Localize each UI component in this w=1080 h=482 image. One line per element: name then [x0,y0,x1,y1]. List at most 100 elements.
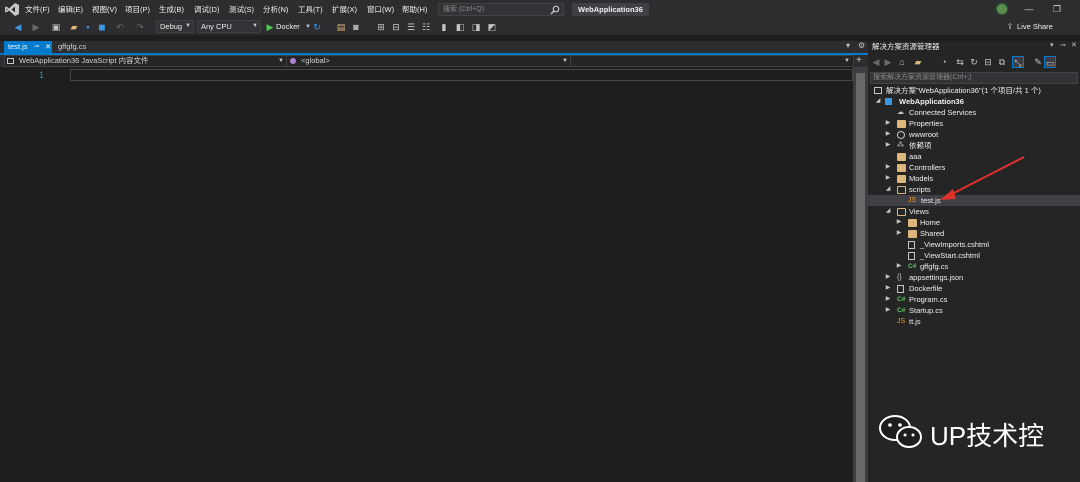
collapsed-arrow-icon[interactable]: ▶ [884,129,892,140]
tree-gffgfg-cs[interactable]: ▶ C# gffgfg.cs [868,261,1080,272]
clear-bookmarks-icon[interactable]: ◩ [486,21,498,33]
settings-icon[interactable]: ▭ [1044,56,1056,68]
collapsed-arrow-icon[interactable]: ▶ [895,261,903,272]
show-all-files-icon[interactable]: ⧉ [996,56,1008,68]
layout-icon[interactable]: ⊟ [390,21,402,33]
refresh-icon[interactable]: ↻ [968,56,980,68]
pin-icon[interactable]: ⊸ [34,41,39,53]
tree-startup-cs[interactable]: ▶ C# Startup.cs [868,305,1080,316]
tree-connected-services[interactable]: ☁ Connected Services [868,107,1080,118]
collapsed-arrow-icon[interactable]: ▶ [895,228,903,239]
collapsed-arrow-icon[interactable]: ▶ [884,294,892,305]
collapsed-arrow-icon[interactable]: ▶ [884,162,892,173]
new-project-icon[interactable]: ▣ [50,21,62,33]
tree-shared[interactable]: ▶ Shared [868,228,1080,239]
scope-navigation-select[interactable]: <global> ▼ [286,55,572,67]
solution-explorer-search[interactable]: 搜索解决方案资源管理器(Ctrl+;) [870,72,1078,84]
browser-link-icon[interactable]: ▤ [335,21,347,33]
live-share-icon[interactable]: ⇪ [1004,21,1016,33]
tree-properties[interactable]: ▶ Properties [868,118,1080,129]
editor-vertical-scrollbar[interactable] [853,67,868,482]
prev-bookmark-icon[interactable]: ◧ [454,21,466,33]
properties-wrench-icon[interactable]: ✎ [1032,56,1044,68]
collapsed-arrow-icon[interactable]: ▶ [884,305,892,316]
collapsed-arrow-icon[interactable]: ▶ [884,140,892,151]
menu-help[interactable]: 帮助(H) [402,0,427,19]
tree-viewstart[interactable]: _ViewStart.cshtml [868,250,1080,261]
tree-wwwroot[interactable]: ▶ wwwroot [868,129,1080,140]
live-share-button[interactable]: Live Share [1017,20,1053,34]
step-icon[interactable]: ⊞ [375,21,387,33]
project-navigation-select[interactable]: WebApplication36 JavaScript 内容文件 ▼ [4,55,288,67]
uncomment-icon[interactable]: ☷ [420,21,432,33]
split-editor-icon[interactable]: + [856,55,862,67]
menu-view[interactable]: 视图(V) [92,0,117,19]
back-icon[interactable]: ◀ [870,56,882,68]
visual-studio-logo-icon[interactable] [5,3,19,16]
home-icon[interactable]: ⌂ [896,56,908,68]
collapsed-arrow-icon[interactable]: ▶ [884,173,892,184]
run-target-label[interactable]: Docker [276,21,300,33]
menu-build[interactable]: 生成(B) [159,0,184,19]
tree-home[interactable]: ▶ Home [868,217,1080,228]
menu-debug[interactable]: 调试(D) [194,0,219,19]
back-icon[interactable]: ◀ [12,21,24,33]
refresh-icon[interactable]: ↻ [311,21,323,33]
search-icon[interactable] [550,5,560,15]
configuration-select[interactable]: Debug ▼ [156,20,194,33]
menu-analyze[interactable]: 分析(N) [263,0,288,19]
restore-icon[interactable]: ❐ [1050,2,1064,16]
next-bookmark-icon[interactable]: ◨ [470,21,482,33]
collapsed-arrow-icon[interactable]: ▶ [895,217,903,228]
expanded-arrow-icon[interactable]: ◢ [884,206,892,217]
expanded-arrow-icon[interactable]: ◢ [884,184,892,195]
quick-launch-search[interactable]: 搜索 (Ctrl+Q) [438,3,564,16]
menu-window[interactable]: 窗口(W) [367,0,394,19]
expanded-arrow-icon[interactable]: ◢ [874,96,882,107]
tree-appsettings[interactable]: ▶ {} appsettings.json [868,272,1080,283]
preview-selected-icon[interactable]: ⤡ [1012,56,1024,68]
menu-project[interactable]: 项目(P) [125,0,150,19]
member-navigation-select[interactable]: ▼ [570,55,854,67]
tree-project[interactable]: ◢ WebApplication36 [868,96,1080,107]
switch-views-icon[interactable]: ▰ [912,56,924,68]
code-editor[interactable]: 1 [0,67,853,482]
close-icon[interactable]: ✕ [1071,41,1077,49]
tab-list-dropdown-icon[interactable]: ▾ [846,41,850,50]
forward-icon[interactable]: ▶ [882,56,894,68]
tree-program-cs[interactable]: ▶ C# Program.cs [868,294,1080,305]
menu-edit[interactable]: 编辑(E) [58,0,83,19]
menu-file[interactable]: 文件(F) [25,0,50,19]
tree-tt-js[interactable]: JS tt.js [868,316,1080,327]
redo-icon[interactable]: ↷ [134,21,146,33]
chevron-down-icon[interactable]: ▾ [1050,41,1054,49]
tree-solution[interactable]: 解决方案"WebApplication36"(1 个项目/共 1 个) [868,85,1080,96]
screenshot-icon[interactable]: ◙ [350,21,362,33]
save-all-icon[interactable]: ◼ [96,21,108,33]
tab-test-js[interactable]: test.js ⊸ ✕ [4,41,52,53]
collapsed-arrow-icon[interactable]: ▶ [884,272,892,283]
collapsed-arrow-icon[interactable]: ▶ [884,283,892,294]
undo-icon[interactable]: ↶ [114,21,126,33]
menu-tools[interactable]: 工具(T) [298,0,323,19]
comment-icon[interactable]: ☰ [405,21,417,33]
scrollbar-thumb[interactable] [856,73,865,482]
save-icon[interactable]: ▪ [82,21,94,33]
tab-gffgfg-cs[interactable]: gffgfg.cs [56,41,104,53]
pin-icon[interactable]: ⊸ [1060,41,1066,49]
bookmark-icon[interactable]: ▮ [438,21,450,33]
minimize-icon[interactable]: — [1022,2,1036,16]
tree-dockerfile[interactable]: ▶ Dockerfile [868,283,1080,294]
sync-icon[interactable]: ⇆ [954,56,966,68]
tree-viewimports[interactable]: _ViewImports.cshtml [868,239,1080,250]
collapse-all-icon[interactable]: ⊟ [982,56,994,68]
menu-test[interactable]: 测试(S) [229,0,254,19]
collapsed-arrow-icon[interactable]: ▶ [884,118,892,129]
pending-changes-icon[interactable]: ◔ [938,56,950,68]
tree-views[interactable]: ◢ Views [868,206,1080,217]
menu-extensions[interactable]: 扩展(X) [332,0,357,19]
start-debugging-icon[interactable]: ▶ [264,21,276,33]
open-folder-icon[interactable]: ▰ [68,21,80,33]
close-icon[interactable]: ✕ [45,41,51,53]
account-avatar-icon[interactable] [996,3,1008,15]
